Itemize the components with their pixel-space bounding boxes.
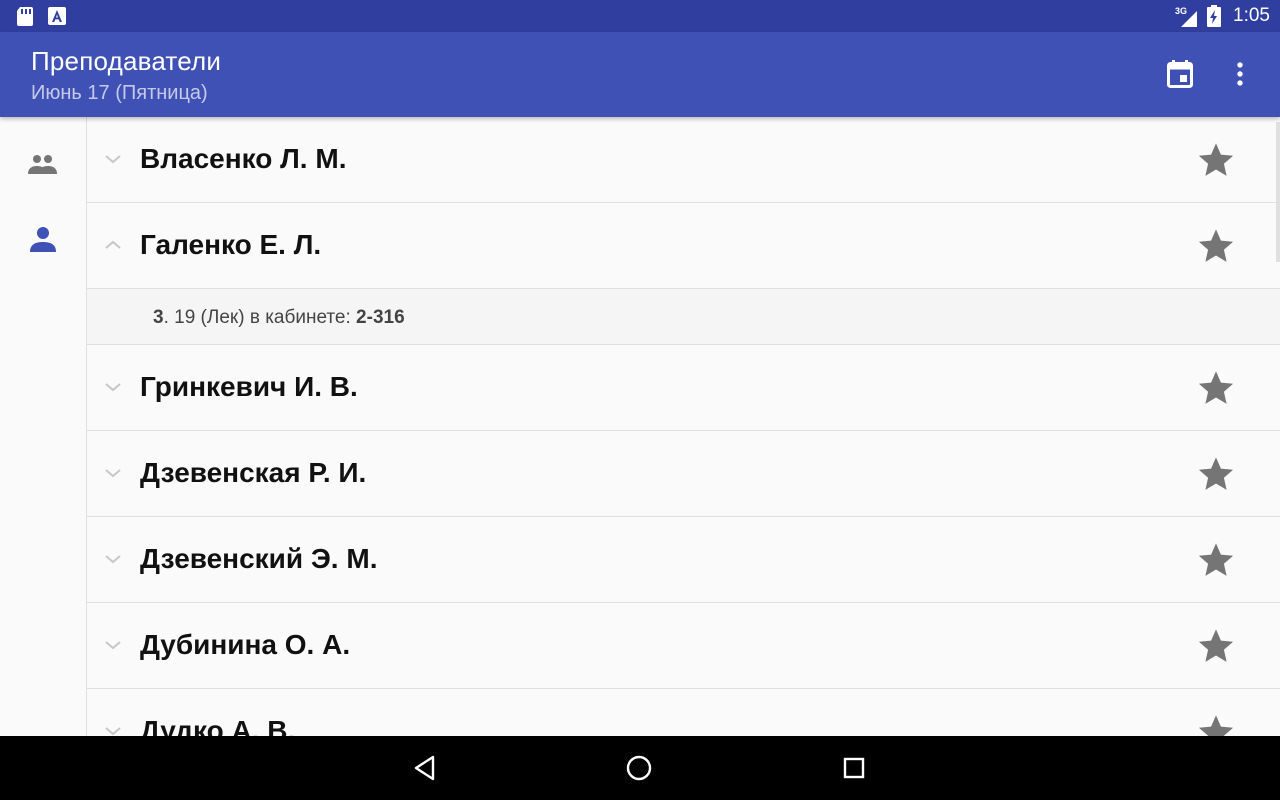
teacher-name: Дудко А. В. bbox=[140, 715, 296, 736]
home-icon bbox=[626, 755, 652, 781]
teacher-name: Дзевенский Э. М. bbox=[140, 543, 378, 574]
list-item[interactable]: Власенко Л. М. bbox=[87, 117, 1280, 203]
chevron-down-icon bbox=[105, 727, 121, 736]
star-icon[interactable] bbox=[1197, 541, 1235, 579]
more-options-button[interactable] bbox=[1220, 54, 1260, 94]
back-icon bbox=[414, 755, 435, 781]
teacher-list: Власенко Л. М. Галенко Е. Л. 3. 19 (Лек)… bbox=[87, 117, 1280, 736]
chevron-up-icon bbox=[105, 240, 121, 249]
rail-item-teachers[interactable] bbox=[21, 217, 65, 261]
schedule-detail: 3. 19 (Лек) в кабинете: 2-316 bbox=[87, 289, 1280, 345]
clock: 1:05 bbox=[1233, 5, 1270, 26]
list-item[interactable]: Дудко А. В. bbox=[87, 689, 1280, 736]
room-number: 2-316 bbox=[356, 307, 405, 328]
page-title: Преподаватели bbox=[31, 46, 222, 76]
scrollbar[interactable] bbox=[1276, 122, 1280, 262]
status-bar: 3G 1:05 bbox=[0, 0, 1280, 32]
navigation-rail bbox=[0, 117, 87, 736]
rail-item-groups[interactable] bbox=[21, 142, 65, 186]
teacher-name: Дубинина О. А. bbox=[140, 629, 351, 660]
chevron-down-icon bbox=[105, 383, 121, 392]
back-button[interactable] bbox=[405, 748, 445, 788]
list-item[interactable]: Галенко Е. Л. bbox=[87, 203, 1280, 289]
lesson-number: 3 bbox=[153, 307, 164, 328]
system-navigation-bar bbox=[0, 736, 1280, 800]
more-vert-icon bbox=[1237, 62, 1243, 86]
chevron-down-icon bbox=[105, 155, 121, 164]
group-icon bbox=[28, 155, 57, 174]
battery-charging-icon bbox=[1207, 0, 1221, 32]
star-icon[interactable] bbox=[1197, 141, 1235, 179]
recents-button[interactable] bbox=[834, 748, 874, 788]
teacher-name: Власенко Л. М. bbox=[140, 143, 347, 174]
star-icon[interactable] bbox=[1197, 455, 1235, 493]
star-icon[interactable] bbox=[1197, 227, 1235, 265]
list-item[interactable]: Гринкевич И. В. bbox=[87, 345, 1280, 431]
notification-a-icon bbox=[48, 0, 66, 32]
calendar-icon bbox=[1167, 60, 1193, 88]
lesson-info: . 19 (Лек) в кабинете: bbox=[163, 307, 357, 328]
sd-card-icon bbox=[16, 0, 34, 32]
chevron-down-icon bbox=[105, 555, 121, 564]
schedule-entry: 3. 19 (Лек) в кабинете: 2-316 bbox=[153, 307, 405, 329]
network-type: 3G bbox=[1175, 6, 1187, 16]
list-item[interactable]: Дзевенская Р. И. bbox=[87, 431, 1280, 517]
list-item[interactable]: Дзевенский Э. М. bbox=[87, 517, 1280, 603]
star-icon[interactable] bbox=[1197, 713, 1235, 736]
teacher-name: Дзевенская Р. И. bbox=[140, 457, 367, 488]
star-icon[interactable] bbox=[1197, 627, 1235, 665]
list-item[interactable]: Дубинина О. А. bbox=[87, 603, 1280, 689]
app-bar: Преподаватели Июнь 17 (Пятница) bbox=[0, 32, 1280, 117]
calendar-button[interactable] bbox=[1160, 54, 1200, 94]
chevron-down-icon bbox=[105, 469, 121, 478]
person-icon bbox=[30, 227, 56, 252]
star-icon[interactable] bbox=[1197, 369, 1235, 407]
chevron-down-icon bbox=[105, 641, 121, 650]
page-subtitle: Июнь 17 (Пятница) bbox=[31, 82, 208, 104]
teacher-name: Гринкевич И. В. bbox=[140, 371, 358, 402]
teacher-name: Галенко Е. Л. bbox=[140, 229, 322, 260]
home-button[interactable] bbox=[619, 748, 659, 788]
recents-icon bbox=[843, 757, 865, 779]
signal-icon: 3G bbox=[1175, 0, 1199, 32]
